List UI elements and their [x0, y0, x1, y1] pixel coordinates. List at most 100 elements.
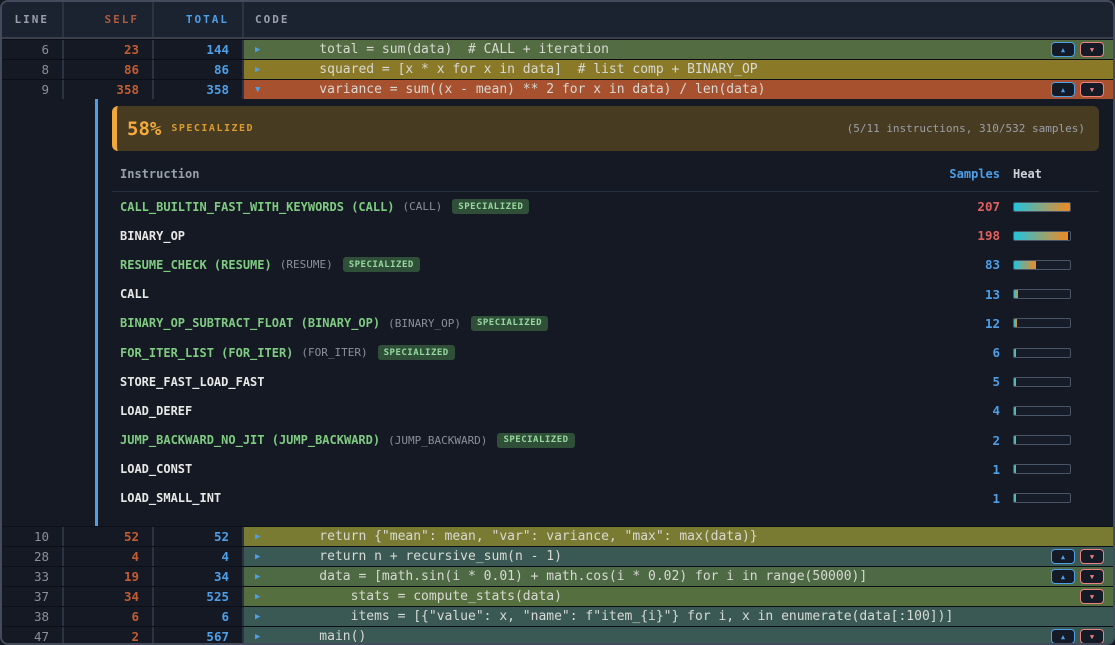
specialized-badge: SPECIALIZED — [378, 345, 455, 360]
column-header-code: CODE — [244, 2, 1113, 37]
expander-icon[interactable]: ▶ — [255, 587, 267, 607]
instruction-rows: CALL_BUILTIN_FAST_WITH_KEYWORDS (CALL) (… — [112, 192, 1099, 513]
code-text: return {"mean": mean, "var": variance, "… — [288, 527, 758, 547]
heat-cell — [1013, 348, 1099, 358]
expander-icon[interactable]: ▶ — [255, 527, 267, 547]
instruction-row: LOAD_CONST 1 — [112, 455, 1099, 484]
table-row: 10 52 52 ▶ return {"mean": mean, "var": … — [2, 526, 1113, 546]
code-text: squared = [x * x for x in data] # list c… — [288, 60, 758, 80]
specialized-badge: SPECIALIZED — [497, 433, 574, 448]
instruction-cell: JUMP_BACKWARD_NO_JIT (JUMP_BACKWARD) (JU… — [120, 433, 940, 448]
specialized-badge: SPECIALIZED — [471, 316, 548, 331]
instruction-base-name: (BINARY_OP) — [388, 317, 461, 330]
heat-bar — [1013, 260, 1071, 270]
nav-down-button[interactable]: ▼ — [1080, 549, 1104, 564]
instruction-name: JUMP_BACKWARD_NO_JIT (JUMP_BACKWARD) — [120, 433, 380, 447]
code-cell[interactable]: ▶ stats = compute_stats(data) ▼ — [244, 587, 1113, 606]
heat-cell — [1013, 202, 1099, 212]
nav-down-button[interactable]: ▼ — [1080, 42, 1104, 57]
column-header-total: TOTAL — [154, 2, 244, 37]
instruction-row: BINARY_OP 198 — [112, 221, 1099, 250]
code-cell[interactable]: ▶ main() ▲ ▼ — [244, 627, 1113, 645]
heat-bar-fill — [1014, 261, 1036, 269]
instruction-row: LOAD_SMALL_INT 1 — [112, 484, 1099, 513]
samples-value: 207 — [940, 199, 1000, 214]
instruction-row: FOR_ITER_LIST (FOR_ITER) (FOR_ITER) SPEC… — [112, 338, 1099, 367]
nav-buttons: ▼ — [1080, 589, 1113, 604]
table-row: 9 358 358 ▼ variance = sum((x - mean) **… — [2, 79, 1113, 99]
nav-up-button[interactable]: ▲ — [1051, 549, 1075, 564]
nav-down-button[interactable]: ▼ — [1080, 589, 1104, 604]
heat-cell — [1013, 493, 1099, 503]
total-samples: 144 — [154, 40, 244, 59]
code-cell[interactable]: ▶ total = sum(data) # CALL + iteration ▲… — [244, 40, 1113, 59]
table-header: LINE SELF TOTAL CODE — [2, 2, 1113, 39]
column-header-instruction: Instruction — [120, 167, 940, 181]
instruction-cell: STORE_FAST_LOAD_FAST — [120, 375, 940, 389]
heat-bar-fill — [1014, 465, 1016, 473]
total-samples: 52 — [154, 527, 244, 546]
instruction-row: CALL_BUILTIN_FAST_WITH_KEYWORDS (CALL) (… — [112, 192, 1099, 221]
instruction-row: BINARY_OP_SUBTRACT_FLOAT (BINARY_OP) (BI… — [112, 309, 1099, 338]
line-number: 33 — [2, 567, 64, 586]
nav-up-button[interactable]: ▲ — [1051, 82, 1075, 97]
table-row: 37 34 525 ▶ stats = compute_stats(data) … — [2, 586, 1113, 606]
code-cell[interactable]: ▶ return n + recursive_sum(n - 1) ▲ ▼ — [244, 547, 1113, 566]
self-samples: 34 — [64, 587, 154, 606]
table-row: 47 2 567 ▶ main() ▲ ▼ — [2, 626, 1113, 645]
nav-down-button[interactable]: ▼ — [1080, 569, 1104, 584]
expander-icon[interactable]: ▼ — [255, 80, 267, 100]
nav-up-button[interactable]: ▲ — [1051, 569, 1075, 584]
code-cell[interactable]: ▶ items = [{"value": x, "name": f"item_{… — [244, 607, 1113, 626]
heat-cell — [1013, 435, 1099, 445]
samples-value: 1 — [940, 462, 1000, 477]
nav-down-button[interactable]: ▼ — [1080, 629, 1104, 644]
instruction-row: RESUME_CHECK (RESUME) (RESUME) SPECIALIZ… — [112, 250, 1099, 279]
heat-bar-fill — [1014, 319, 1017, 327]
heat-bar-fill — [1014, 232, 1068, 240]
column-header-self: SELF — [64, 2, 154, 37]
samples-value: 2 — [940, 433, 1000, 448]
heat-cell — [1013, 289, 1099, 299]
instruction-cell: LOAD_SMALL_INT — [120, 491, 940, 505]
specialized-label: SPECIALIZED — [171, 123, 254, 134]
code-cell[interactable]: ▶ data = [math.sin(i * 0.01) + math.cos(… — [244, 567, 1113, 586]
heat-cell — [1013, 231, 1099, 241]
expander-icon[interactable]: ▶ — [255, 547, 267, 567]
nav-down-button[interactable]: ▼ — [1080, 82, 1104, 97]
code-cell[interactable]: ▼ variance = sum((x - mean) ** 2 for x i… — [244, 80, 1113, 99]
instruction-row: CALL 13 — [112, 280, 1099, 309]
expander-icon[interactable]: ▶ — [255, 607, 267, 627]
expander-icon[interactable]: ▶ — [255, 567, 267, 587]
self-samples: 19 — [64, 567, 154, 586]
nav-buttons: ▲ ▼ — [1051, 82, 1113, 97]
code-cell[interactable]: ▶ squared = [x * x for x in data] # list… — [244, 60, 1113, 79]
instruction-cell: CALL_BUILTIN_FAST_WITH_KEYWORDS (CALL) (… — [120, 199, 940, 214]
code-rows-bottom: 10 52 52 ▶ return {"mean": mean, "var": … — [2, 526, 1113, 645]
total-samples: 34 — [154, 567, 244, 586]
specialization-banner: 58% SPECIALIZED (5/11 instructions, 310/… — [112, 106, 1099, 151]
code-cell[interactable]: ▶ return {"mean": mean, "var": variance,… — [244, 527, 1113, 546]
instruction-name: LOAD_CONST — [120, 462, 192, 476]
expander-icon[interactable]: ▶ — [255, 627, 267, 645]
samples-value: 83 — [940, 257, 1000, 272]
instruction-cell: BINARY_OP_SUBTRACT_FLOAT (BINARY_OP) (BI… — [120, 316, 940, 331]
heat-bar-fill — [1014, 290, 1018, 298]
expander-icon[interactable]: ▶ — [255, 60, 267, 80]
line-number: 28 — [2, 547, 64, 566]
instruction-name: LOAD_SMALL_INT — [120, 491, 221, 505]
samples-value: 1 — [940, 491, 1000, 506]
line-number: 47 — [2, 627, 64, 645]
self-samples: 358 — [64, 80, 154, 99]
nav-up-button[interactable]: ▲ — [1051, 42, 1075, 57]
expander-icon[interactable]: ▶ — [255, 40, 267, 60]
nav-up-button[interactable]: ▲ — [1051, 629, 1075, 644]
line-number: 9 — [2, 80, 64, 99]
code-text: data = [math.sin(i * 0.01) + math.cos(i … — [288, 567, 867, 587]
heat-bar-fill — [1014, 494, 1016, 502]
code-text: main() — [288, 627, 366, 645]
heat-bar-fill — [1014, 407, 1016, 415]
instruction-name: LOAD_DEREF — [120, 404, 192, 418]
specialized-badge: SPECIALIZED — [452, 199, 529, 214]
instruction-cell: CALL — [120, 287, 940, 301]
